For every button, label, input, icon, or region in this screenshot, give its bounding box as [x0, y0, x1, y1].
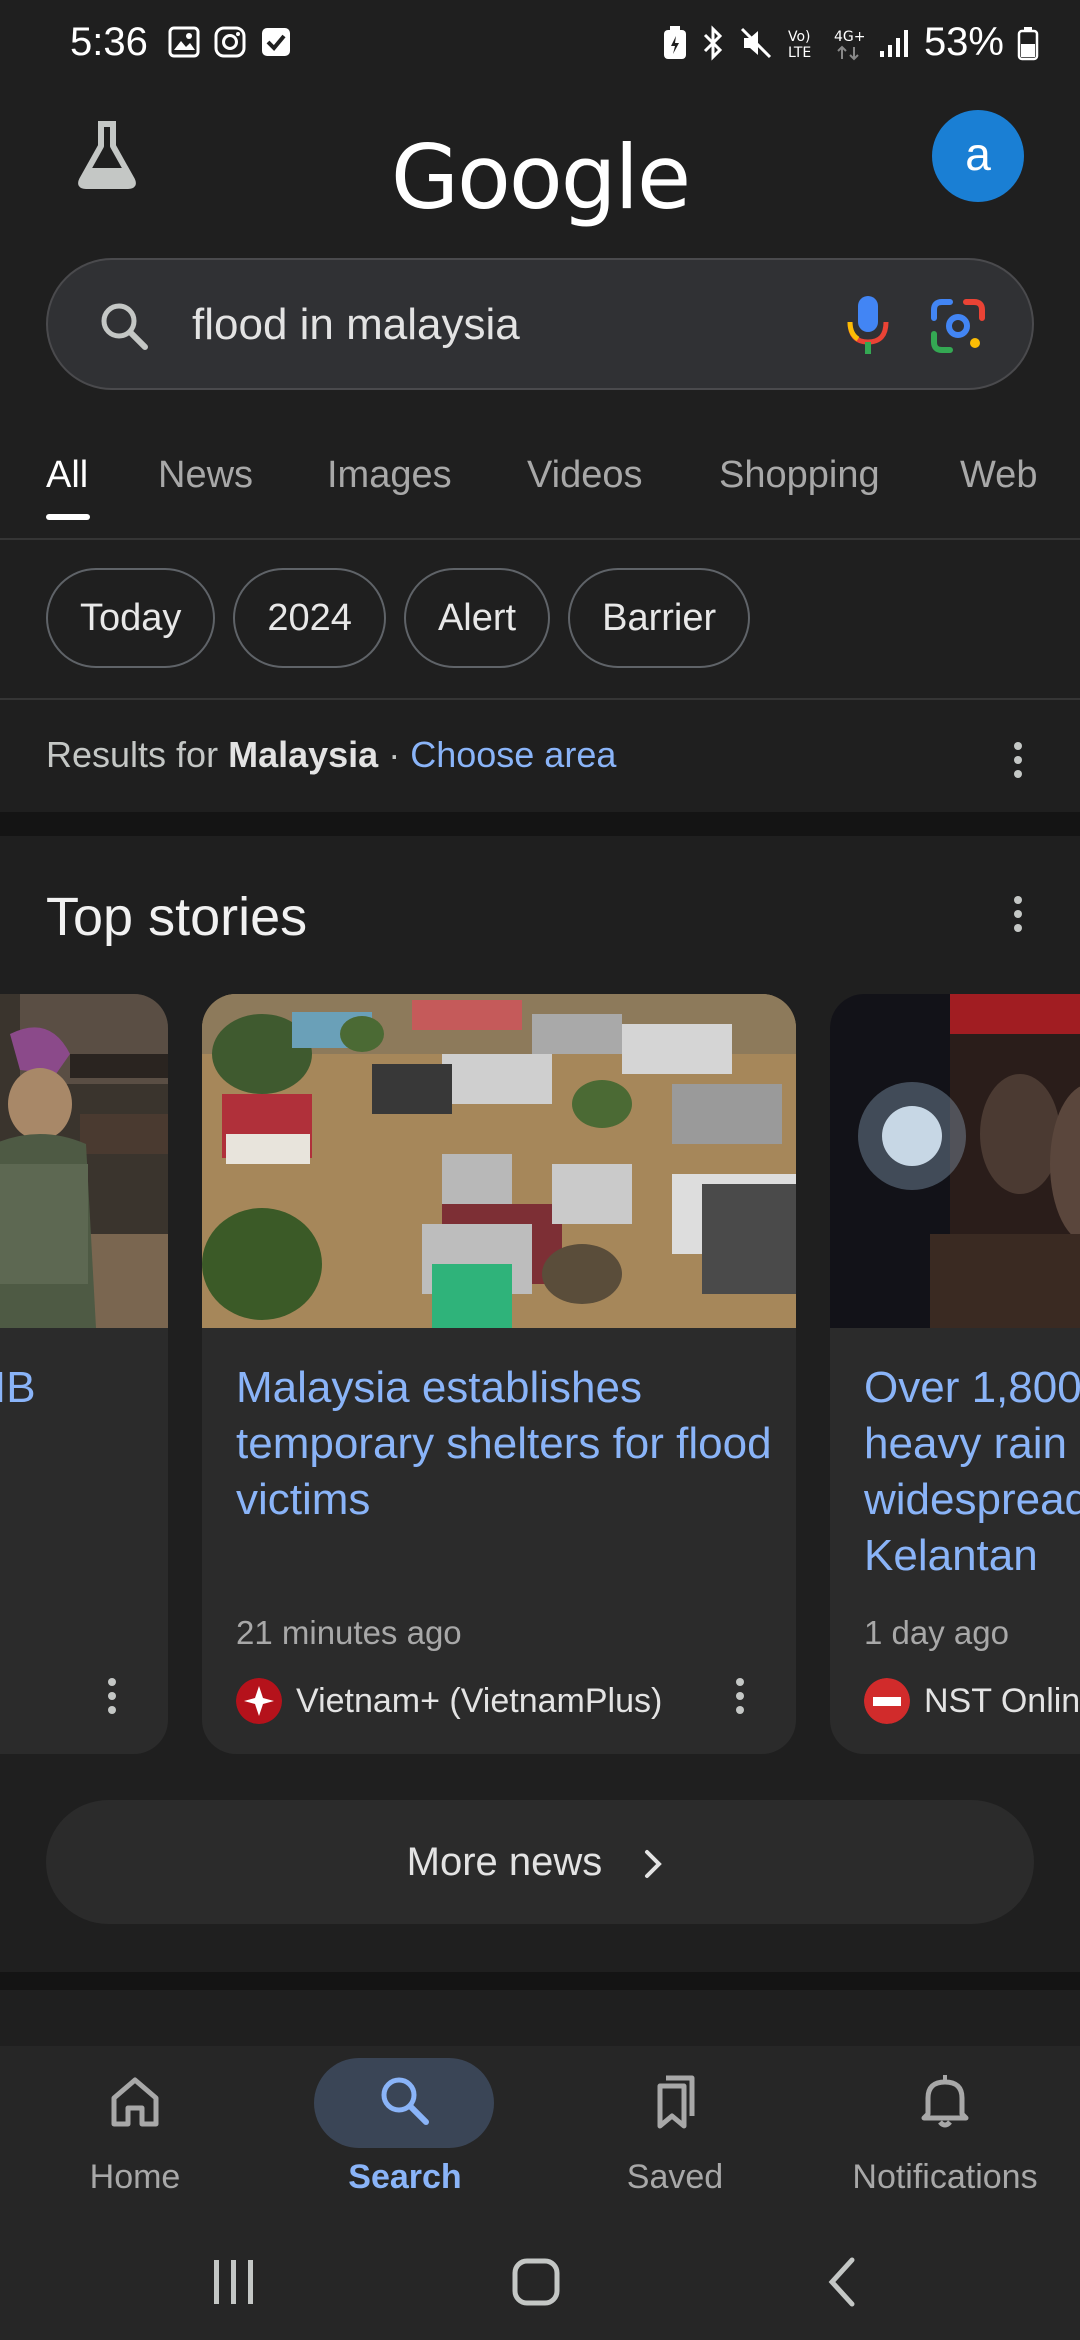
back-icon[interactable] [822, 2256, 862, 2308]
search-query[interactable]: flood in malaysia [192, 300, 520, 350]
gallery-notification-icon [168, 26, 200, 58]
chip-today[interactable]: Today [46, 568, 216, 668]
story-source-name: Vietnam+ (VietnamPlus) [296, 1681, 663, 1720]
svg-text:4G+: 4G+ [834, 29, 866, 45]
status-time: 5:36 [70, 20, 148, 64]
system-status-icons: Vo) LTE 4G+ 53% [662, 20, 1040, 65]
home-button-icon[interactable] [510, 2256, 562, 2308]
bottom-navigation: Home Search Saved Notifications [0, 2046, 1080, 2226]
top-stories-section: Top stories IB Malaysia establishes temp… [0, 836, 1080, 1972]
volte-icon: Vo)LTE [788, 29, 811, 61]
nav-saved-label: Saved [626, 2158, 724, 2196]
voice-search-mic-icon[interactable] [844, 292, 892, 363]
results-separator: · [388, 734, 401, 775]
nav-notifications-label: Notifications [852, 2158, 1038, 2196]
section-separator [0, 812, 1080, 836]
story-card[interactable]: IB [0, 994, 168, 1754]
instagram-notification-icon [214, 26, 246, 58]
story-time: 21 minutes ago [236, 1614, 462, 1651]
home-icon [111, 2077, 159, 2127]
battery-saver-icon [663, 25, 686, 59]
story-thumbnail [202, 994, 796, 1328]
story-thumbnail [830, 994, 1080, 1328]
notification-icons [168, 26, 292, 58]
bell-icon [921, 2075, 969, 2128]
more-news-button[interactable]: More news [46, 1800, 1034, 1924]
bluetooth-icon [703, 24, 723, 61]
filter-chips: Today 2024 Alert Barrier [46, 568, 751, 668]
story-headline[interactable]: Malaysia establishes temporary shelters … [236, 1360, 786, 1528]
story-card[interactable]: Over 1,800 heavy rain widespread Kelanta… [830, 994, 1080, 1754]
system-navigation-bar [0, 2226, 1080, 2340]
story-thumbnail [0, 994, 168, 1328]
signal-icon [879, 29, 908, 57]
story-source: Vietnam+ (VietnamPlus) [236, 1678, 662, 1724]
divider [0, 698, 1080, 700]
section-separator [0, 1972, 1080, 1990]
tab-news[interactable]: News [158, 454, 253, 497]
svg-text:LTE: LTE [788, 45, 811, 61]
results-more-options-icon[interactable] [1012, 742, 1024, 784]
nav-saved[interactable]: Saved [540, 2046, 810, 2226]
story-source: NST Online [864, 1678, 1080, 1724]
story-more-options-icon[interactable] [734, 1678, 746, 1720]
google-logo: Google [390, 126, 691, 229]
status-bar: 5:36 Vo) LTE 4G+ 53% [0, 0, 1080, 84]
story-time: 1 day ago [864, 1614, 1009, 1651]
chevron-right-icon [645, 1850, 663, 1879]
story-source-name: NST Online [924, 1681, 1080, 1720]
battery-percentage: 53% [923, 20, 1004, 64]
nav-search-label: Search [348, 2158, 462, 2196]
choose-area-link[interactable]: Choose area [410, 734, 616, 775]
mute-icon [740, 27, 771, 58]
nav-notifications[interactable]: Notifications [810, 2046, 1080, 2226]
tab-images[interactable]: Images [327, 454, 452, 497]
vietnamplus-logo-icon [236, 1678, 282, 1724]
tab-videos[interactable]: Videos [527, 454, 643, 497]
svg-text:Vo): Vo) [788, 29, 811, 45]
results-location: Results for Malaysia · Choose area [46, 734, 616, 776]
checkbox-notification-icon [260, 26, 292, 58]
nav-home[interactable]: Home [0, 2046, 270, 2226]
top-stories-more-options-icon[interactable] [1012, 896, 1024, 938]
tab-web[interactable]: Web [960, 454, 1037, 497]
top-stories-title: Top stories [46, 887, 308, 947]
story-card[interactable]: Malaysia establishes temporary shelters … [202, 994, 796, 1754]
account-avatar[interactable]: a [932, 110, 1024, 202]
saved-collections-icon [657, 2075, 695, 2129]
story-headline[interactable]: Over 1,800 heavy rain widespread Kelanta… [864, 1360, 1080, 1584]
tab-all[interactable]: All [46, 454, 88, 497]
search-bar[interactable]: flood in malaysia [46, 258, 1034, 390]
chip-2024[interactable]: 2024 [233, 568, 386, 668]
story-more-options-icon[interactable] [106, 1678, 118, 1720]
active-tab-indicator [46, 514, 90, 520]
chip-alert[interactable]: Alert [403, 568, 551, 668]
google-lens-icon[interactable] [928, 296, 988, 361]
nst-logo-icon [864, 1678, 910, 1724]
recent-apps-icon[interactable] [210, 2256, 258, 2308]
search-tabs: All News Images Videos Shopping Web [0, 440, 1080, 540]
more-news-label: More news [406, 1840, 603, 1884]
story-headline[interactable]: IB [0, 1360, 158, 1416]
nav-home-label: Home [89, 2158, 181, 2196]
battery-icon [1017, 26, 1039, 60]
search-icon [98, 300, 150, 357]
chip-barrier[interactable]: Barrier [568, 568, 751, 668]
4g-data-icon: 4G+ [834, 29, 866, 60]
search-icon [381, 2077, 429, 2125]
tab-shopping[interactable]: Shopping [719, 454, 880, 497]
nav-search[interactable]: Search [270, 2046, 540, 2226]
results-place: Malaysia [228, 734, 379, 775]
results-prefix: Results for [46, 734, 219, 775]
